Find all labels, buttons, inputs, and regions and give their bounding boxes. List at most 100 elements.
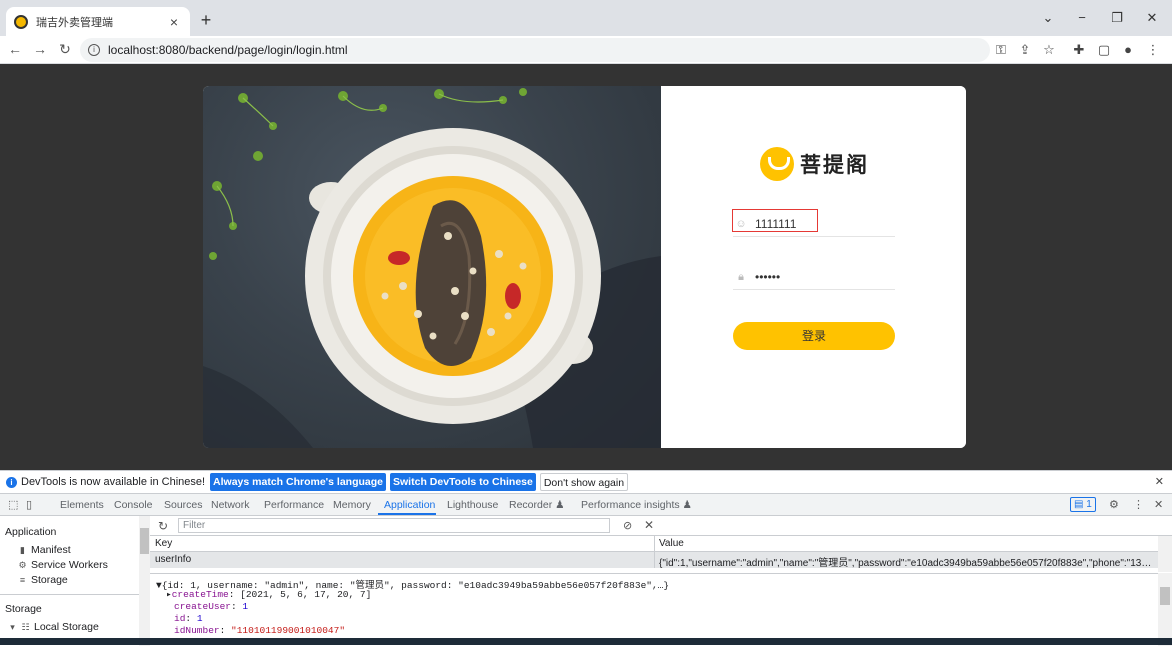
local-storage-label: Local Storage bbox=[34, 621, 99, 633]
refresh-icon[interactable]: ↻ bbox=[158, 519, 172, 533]
tab-network[interactable]: Network bbox=[211, 499, 250, 511]
storage-section-label: Storage bbox=[5, 603, 42, 615]
device-toolbar-icon[interactable]: ▯ bbox=[26, 498, 32, 511]
inspect-icon[interactable]: ⬚ bbox=[8, 498, 18, 511]
storage-main-pane: ↻ Filter ⊘ ✕ Key Value userInfo {"id":1,… bbox=[150, 516, 1172, 646]
restore-button[interactable]: ❐ bbox=[1107, 10, 1127, 26]
login-card: 菩提阁 ☺ 🔒︎ 登录 bbox=[203, 86, 966, 448]
tab-performance-insights[interactable]: Performance insights ♟ bbox=[581, 499, 692, 511]
notice-close-icon[interactable]: ✕ bbox=[1155, 475, 1164, 488]
tab-performance[interactable]: Performance bbox=[264, 499, 324, 511]
devtools-panel: i DevTools is now available in Chinese! … bbox=[0, 470, 1172, 646]
password-field[interactable]: 🔒︎ bbox=[733, 264, 895, 290]
delete-selected-icon[interactable]: ✕ bbox=[644, 518, 654, 532]
key-column-header[interactable]: Key bbox=[155, 538, 172, 549]
extensions-icon[interactable]: ✚ bbox=[1071, 42, 1087, 58]
value-column-header[interactable]: Value bbox=[659, 538, 684, 549]
table-row[interactable]: userInfo {"id":1,"username":"admin","nam… bbox=[150, 552, 1158, 568]
column-divider[interactable] bbox=[654, 536, 655, 552]
browser-tab[interactable]: 瑞吉外卖管理端 × bbox=[6, 7, 190, 36]
dont-show-again-button[interactable]: Don't show again bbox=[539, 473, 629, 491]
tab-strip: 瑞吉外卖管理端 × + ⌄ − ❐ ✕ bbox=[0, 0, 1172, 36]
preview-createtime[interactable]: ▸createTime: [2021, 5, 6, 17, 20, 7] bbox=[166, 589, 371, 600]
filter-input[interactable]: Filter bbox=[178, 518, 610, 533]
sidebar-divider bbox=[0, 594, 140, 595]
profile-icon[interactable]: ● bbox=[1120, 42, 1136, 58]
value-preview: ▼{id: 1, username: "admin", name: "管理员",… bbox=[150, 573, 1158, 646]
forward-button[interactable]: → bbox=[31, 41, 49, 57]
active-tab-indicator bbox=[378, 513, 436, 515]
url-text[interactable]: localhost:8080/backend/page/login/login.… bbox=[108, 43, 348, 57]
password-input[interactable] bbox=[755, 269, 885, 284]
sidebar-scroll-thumb[interactable] bbox=[140, 528, 149, 554]
os-taskbar bbox=[0, 638, 1172, 645]
gear-icon: ⚙ bbox=[18, 560, 27, 570]
devtools-close-icon[interactable]: ✕ bbox=[1154, 498, 1163, 511]
sidebar-item-service-workers[interactable]: ⚙ Service Workers bbox=[18, 559, 108, 571]
notice-text: DevTools is now available in Chinese! bbox=[21, 476, 206, 488]
grid-icon: ☷ bbox=[21, 622, 30, 632]
preview-idnumber: idNumber: "110101199001010047" bbox=[174, 625, 346, 636]
menu-icon[interactable]: ⋮ bbox=[1145, 42, 1161, 58]
tab-elements[interactable]: Elements bbox=[60, 499, 104, 511]
switch-language-button[interactable]: Switch DevTools to Chinese bbox=[390, 473, 536, 491]
tab-search-icon[interactable]: ⌄ bbox=[1038, 10, 1058, 26]
more-options-icon[interactable]: ⋮ bbox=[1133, 498, 1144, 511]
issues-badge[interactable]: ▤ 1 bbox=[1070, 497, 1096, 512]
close-window-button[interactable]: ✕ bbox=[1142, 10, 1162, 26]
language-notice-bar: i DevTools is now available in Chinese! … bbox=[0, 471, 1172, 494]
tab-sources[interactable]: Sources bbox=[164, 499, 203, 511]
share-icon[interactable]: ⇪ bbox=[1017, 42, 1033, 58]
row-value[interactable]: {"id":1,"username":"admin","name":"管理员",… bbox=[659, 554, 1156, 568]
browser-window: 瑞吉外卖管理端 × + ⌄ − ❐ ✕ ← → ↻ i localhost:80… bbox=[0, 0, 1172, 646]
username-focus-outline bbox=[732, 209, 818, 232]
food-illustration bbox=[203, 88, 661, 448]
table-scrollbar[interactable] bbox=[1158, 536, 1172, 572]
tab-memory[interactable]: Memory bbox=[333, 499, 371, 511]
site-info-icon[interactable]: i bbox=[88, 44, 100, 56]
sidebar-scrollbar[interactable] bbox=[139, 516, 150, 646]
address-bar[interactable]: i localhost:8080/backend/page/login/logi… bbox=[80, 38, 990, 62]
lock-icon: 🔒︎ bbox=[738, 270, 744, 283]
manifest-label: Manifest bbox=[31, 544, 71, 556]
filter-bar: ↻ Filter ⊘ ✕ bbox=[150, 516, 1172, 536]
preview-scroll-thumb[interactable] bbox=[1160, 587, 1170, 605]
sidebar-item-storage[interactable]: ≡ Storage bbox=[18, 574, 68, 586]
application-sidebar: Application ▮ Manifest ⚙ Service Workers ≡… bbox=[0, 516, 150, 646]
key-icon[interactable]: ⚿ bbox=[993, 42, 1009, 58]
info-icon: i bbox=[6, 476, 17, 488]
reload-button[interactable]: ↻ bbox=[56, 41, 74, 57]
login-form: 菩提阁 ☺ 🔒︎ 登录 bbox=[661, 86, 966, 448]
file-icon: ▮ bbox=[20, 545, 25, 555]
login-button[interactable]: 登录 bbox=[733, 322, 895, 350]
tab-lighthouse[interactable]: Lighthouse bbox=[447, 499, 498, 511]
row-key[interactable]: userInfo bbox=[155, 554, 191, 565]
expand-arrow-icon: ▾ bbox=[10, 622, 15, 632]
issues-count: 1 bbox=[1086, 499, 1092, 510]
tab-close-icon[interactable]: × bbox=[166, 14, 182, 30]
storage-item-label: Storage bbox=[31, 574, 68, 586]
page-viewport: 菩提阁 ☺ 🔒︎ 登录 bbox=[0, 64, 1172, 470]
sidepanel-icon[interactable]: ▢ bbox=[1096, 42, 1112, 58]
preview-createuser: createUser: 1 bbox=[174, 601, 249, 612]
preview-scrollbar[interactable] bbox=[1158, 573, 1172, 646]
sidebar-item-manifest[interactable]: ▮ Manifest bbox=[18, 544, 71, 556]
minimize-button[interactable]: − bbox=[1072, 10, 1092, 25]
table-header: Key Value bbox=[150, 536, 1158, 552]
settings-gear-icon[interactable]: ⚙ bbox=[1109, 498, 1119, 511]
tab-title: 瑞吉外卖管理端 bbox=[36, 16, 113, 29]
tab-recorder[interactable]: Recorder ♟ bbox=[509, 499, 565, 511]
new-tab-button[interactable]: + bbox=[196, 10, 216, 30]
clear-all-icon[interactable]: ⊘ bbox=[623, 519, 632, 532]
sidebar-item-local-storage[interactable]: ▾ ☷ Local Storage bbox=[8, 621, 99, 633]
match-language-button[interactable]: Always match Chrome's language bbox=[210, 473, 387, 491]
service-workers-label: Service Workers bbox=[31, 559, 108, 571]
username-field[interactable]: ☺ bbox=[732, 209, 895, 237]
favicon-icon bbox=[14, 14, 28, 29]
tab-application[interactable]: Application bbox=[384, 499, 435, 511]
devtools-tab-bar: ⬚ ▯ Elements Console Sources Network Per… bbox=[0, 494, 1172, 516]
tab-console[interactable]: Console bbox=[114, 499, 153, 511]
brand-name: 菩提阁 bbox=[800, 153, 869, 177]
star-icon[interactable]: ☆ bbox=[1041, 42, 1057, 58]
back-button[interactable]: ← bbox=[6, 41, 24, 57]
